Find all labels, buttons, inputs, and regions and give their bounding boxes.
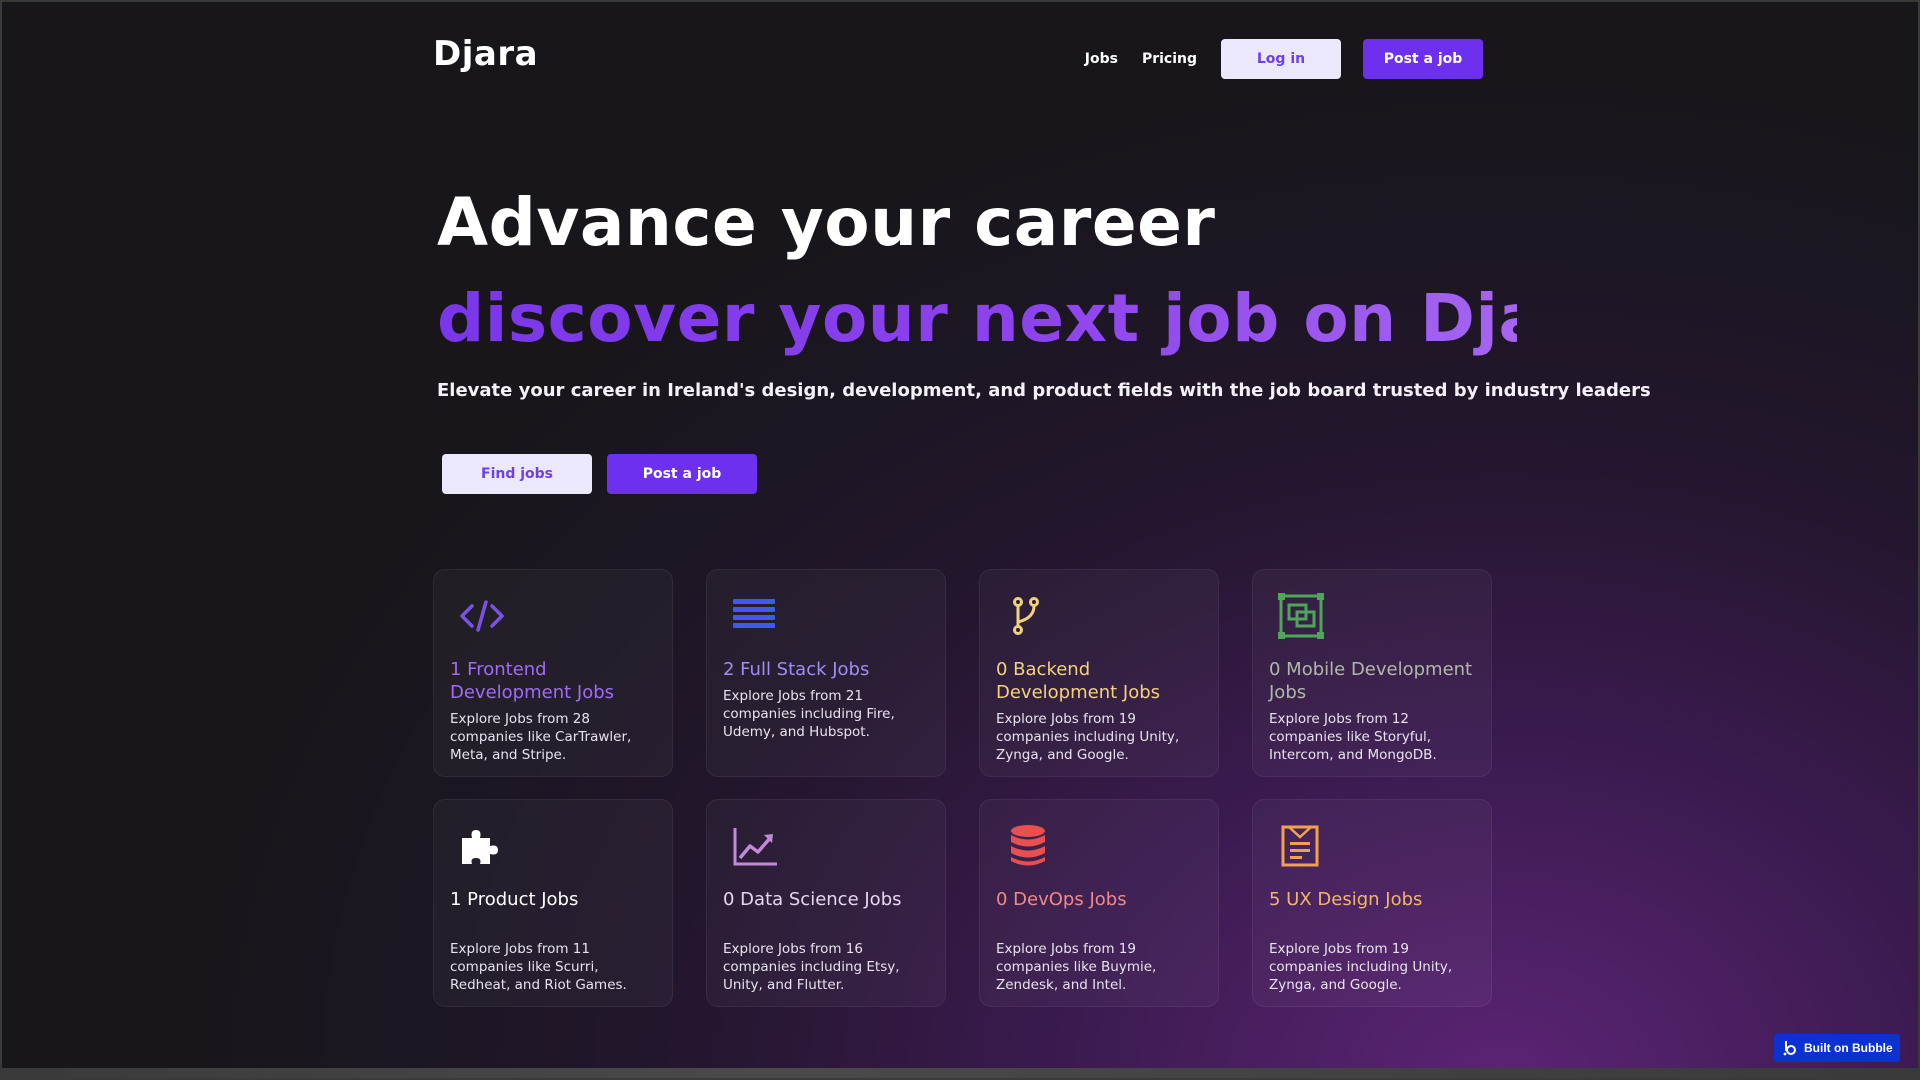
devices-icon <box>1277 592 1325 640</box>
nav-pricing-link[interactable]: Pricing <box>1142 51 1197 67</box>
card-title: 0 Mobile Development Jobs <box>1269 659 1473 703</box>
card-description: Explore Jobs from 19 companies including… <box>1269 941 1453 993</box>
design-doc-icon <box>1277 822 1325 870</box>
category-grid: 1 Frontend Development Jobs Explore Jobs… <box>433 569 1492 1007</box>
hero-description: Elevate your career in Ireland's design,… <box>437 380 1651 401</box>
card-description: Explore Jobs from 19 companies including… <box>996 711 1180 763</box>
category-card-data-science[interactable]: 0 Data Science Jobs Explore Jobs from 16… <box>706 799 946 1007</box>
card-title: 1 Product Jobs <box>450 889 579 910</box>
card-description: Explore Jobs from 12 companies like Stor… <box>1269 711 1437 763</box>
database-icon <box>1004 822 1052 870</box>
page: Djara Jobs Pricing Log in Post a job Adv… <box>0 0 1920 1080</box>
card-description: Explore Jobs from 16 companies including… <box>723 941 900 993</box>
card-title: 1 Frontend Development Jobs <box>450 659 615 703</box>
hero-title: Advance your career <box>437 184 1216 261</box>
list-icon <box>731 592 779 640</box>
chart-line-icon <box>731 822 779 870</box>
card-description: Explore Jobs from 19 companies like Buym… <box>996 941 1157 993</box>
badge-label: Built on Bubble <box>1804 1041 1893 1055</box>
hero: Advance your career discover your next j… <box>437 182 1651 494</box>
card-title: 0 DevOps Jobs <box>996 889 1127 910</box>
hero-subtitle: discover your next job on Djara <box>437 278 1621 360</box>
logo[interactable]: Djara <box>433 34 538 74</box>
category-card-frontend[interactable]: 1 Frontend Development Jobs Explore Jobs… <box>433 569 673 777</box>
puzzle-icon <box>458 822 506 870</box>
category-card-backend[interactable]: 0 Backend Development Jobs Explore Jobs … <box>979 569 1219 777</box>
hero-actions: Find jobs Post a job <box>442 454 757 494</box>
card-title: 2 Full Stack Jobs <box>723 659 870 680</box>
card-description: Explore Jobs from 11 companies like Scur… <box>450 941 627 993</box>
card-title: 5 UX Design Jobs <box>1269 889 1423 910</box>
find-jobs-button[interactable]: Find jobs <box>442 454 592 494</box>
nav-jobs-link[interactable]: Jobs <box>1085 51 1118 67</box>
login-button[interactable]: Log in <box>1221 39 1341 79</box>
git-branch-icon <box>1004 592 1052 640</box>
code-icon <box>458 592 506 640</box>
card-title: 0 Backend Development Jobs <box>996 659 1161 703</box>
card-description: Explore Jobs from 28 companies like CarT… <box>450 711 632 763</box>
category-card-fullstack[interactable]: 2 Full Stack Jobs Explore Jobs from 21 c… <box>706 569 946 777</box>
card-description: Explore Jobs from 21 companies including… <box>723 688 895 740</box>
hero-post-job-button[interactable]: Post a job <box>607 454 757 494</box>
post-job-button[interactable]: Post a job <box>1363 39 1483 79</box>
header: Djara Jobs Pricing Log in Post a job <box>433 32 1483 82</box>
bubble-logo-icon <box>1782 1040 1798 1056</box>
category-card-devops[interactable]: 0 DevOps Jobs Explore Jobs from 19 compa… <box>979 799 1219 1007</box>
category-card-mobile[interactable]: 0 Mobile Development Jobs Explore Jobs f… <box>1252 569 1492 777</box>
category-card-ux-design[interactable]: 5 UX Design Jobs Explore Jobs from 19 co… <box>1252 799 1492 1007</box>
category-card-product[interactable]: 1 Product Jobs Explore Jobs from 11 comp… <box>433 799 673 1007</box>
window-bottom-edge <box>2 1068 1918 1078</box>
nav: Jobs Pricing Log in Post a job <box>1085 39 1483 79</box>
card-title: 0 Data Science Jobs <box>723 889 902 910</box>
built-on-bubble-badge[interactable]: Built on Bubble <box>1774 1034 1900 1062</box>
